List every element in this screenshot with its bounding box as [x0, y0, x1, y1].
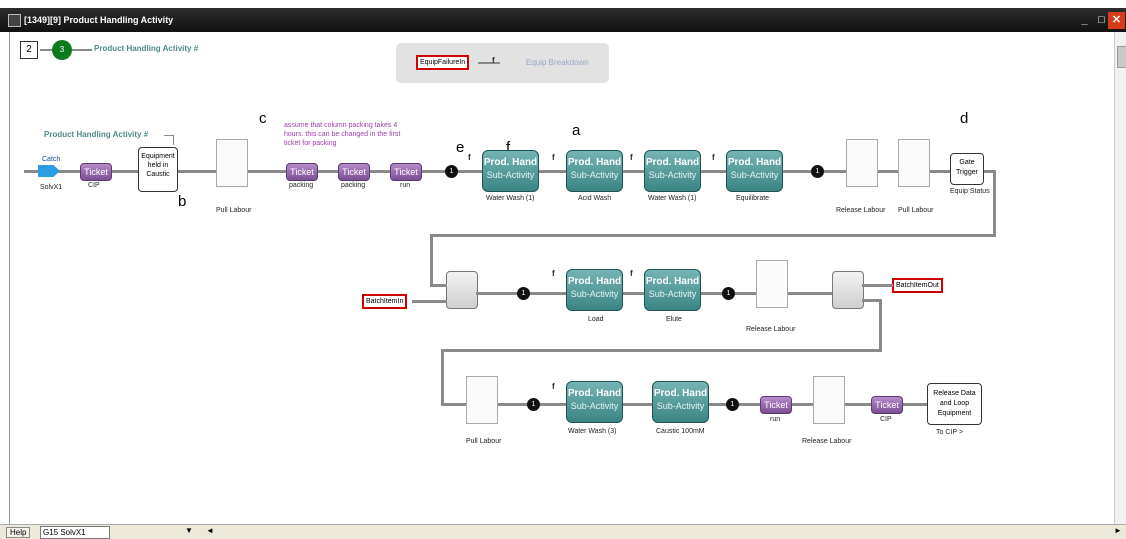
release-labour-label: Release Labour — [836, 207, 886, 214]
run-label-2: run — [770, 416, 781, 423]
subactivity-water-wash-1[interactable]: Prod. Hand Sub-Activity — [482, 150, 539, 192]
pull-labour-worker-icon[interactable] — [216, 139, 248, 187]
release-labour-worker-icon[interactable] — [846, 139, 878, 187]
f-mark-5: f — [552, 269, 555, 278]
help-button[interactable]: Help — [6, 527, 31, 538]
subactivity-equilibrate[interactable]: Prod. Hand Sub-Activity — [726, 150, 783, 192]
release-labour-worker-icon-3[interactable] — [813, 376, 845, 424]
scroll-right-icon[interactable]: ► — [1114, 526, 1122, 535]
caustic-label: Caustic 100mM — [656, 428, 705, 435]
pull-labour-worker-icon-2[interactable] — [898, 139, 930, 187]
annotation-note: assume that column packing takes 4 hours… — [284, 122, 401, 147]
subactivity-water-wash-2[interactable]: Prod. Hand Sub-Activity — [644, 150, 701, 192]
scroll-left-icon[interactable]: ◄ — [206, 526, 214, 535]
acid-wash-label: Acid Wash — [578, 195, 612, 202]
subactivity-water-wash-3[interactable]: Prod. Hand Sub-Activity — [566, 381, 623, 423]
status-bar: Help G15 SolvX1 ▼ ◄ ► — [0, 524, 1126, 539]
run-label: run — [400, 182, 411, 189]
ticket-run[interactable]: Ticket — [390, 163, 422, 181]
batch-split-block[interactable] — [832, 271, 864, 309]
start-node[interactable]: 3 — [52, 40, 72, 60]
minimize-icon[interactable]: _ — [1076, 12, 1093, 29]
letter-e: e — [456, 139, 465, 156]
pull-labour-worker-icon-3[interactable] — [466, 376, 498, 424]
window-titlebar: [1349][9] Product Handling Activity _ □ … — [0, 8, 1126, 32]
water-wash-label-1: Water Wash (1) — [486, 195, 535, 202]
f-mark-2: f — [552, 153, 555, 162]
letter-b: b — [178, 193, 187, 210]
water-wash-label-3: Water Wash (3) — [568, 428, 617, 435]
packing-label-2: packing — [341, 182, 366, 189]
f-mark-7: f — [552, 382, 555, 391]
batch-item-in[interactable]: BatchItemIn — [362, 294, 408, 309]
counter-box[interactable]: 2 — [20, 41, 38, 59]
cip-label-2: CIP — [880, 416, 892, 423]
water-wash-label-2: Water Wash (1) — [648, 195, 697, 202]
load-label: Load — [588, 316, 604, 323]
equip-breakdown-panel: EquipFailureIn f Equip Breakdown — [396, 43, 609, 83]
letter-d: d — [960, 110, 969, 127]
gate-trigger-box[interactable]: Gate Trigger — [950, 153, 984, 185]
pull-labour-label-3: Pull Labour — [466, 438, 502, 445]
vertical-scrollbar[interactable] — [1114, 32, 1126, 524]
solvx1-label: SolvX1 — [40, 184, 63, 191]
token-5[interactable]: 1 — [527, 398, 540, 411]
to-cip-label: To CIP > — [936, 429, 963, 436]
token-3[interactable]: 1 — [517, 287, 530, 300]
f-mark-4: f — [712, 153, 715, 162]
batch-combine-block[interactable] — [446, 271, 478, 309]
release-labour-label-3: Release Labour — [802, 438, 852, 445]
flow-activity-label: Product Handling Activity # — [44, 130, 149, 139]
model-canvas[interactable]: 2 3 Product Handling Activity # EquipFai… — [9, 32, 1115, 524]
pull-labour-label-2: Pull Labour — [898, 207, 934, 214]
token-6[interactable]: 1 — [726, 398, 739, 411]
subactivity-acid-wash[interactable]: Prod. Hand Sub-Activity — [566, 150, 623, 192]
batch-item-out[interactable]: BatchItemOut — [892, 278, 943, 293]
subactivity-load[interactable]: Prod. Hand Sub-Activity — [566, 269, 623, 311]
catch-label: Catch — [42, 156, 61, 163]
pull-labour-label: Pull Labour — [216, 207, 252, 214]
cip-label: CIP — [88, 182, 100, 189]
subactivity-elute[interactable]: Prod. Hand Sub-Activity — [644, 269, 701, 311]
elute-label: Elute — [666, 316, 682, 323]
ticket-packing-1[interactable]: Ticket — [286, 163, 318, 181]
ticket-run-2[interactable]: Ticket — [760, 396, 792, 414]
equip-status-label: Equip Status — [950, 188, 990, 195]
ticket-cip[interactable]: Ticket — [80, 163, 112, 181]
f-mark-6: f — [630, 269, 633, 278]
f-mark-1: f — [468, 153, 471, 162]
release-labour-label-2: Release Labour — [746, 326, 796, 333]
release-labour-worker-icon-2[interactable] — [756, 260, 788, 308]
token-1[interactable]: 1 — [445, 165, 458, 178]
ticket-packing-2[interactable]: Ticket — [338, 163, 370, 181]
activity-label: Product Handling Activity # — [94, 44, 199, 53]
equip-failure-input[interactable]: EquipFailureIn — [416, 55, 470, 70]
combo-dropdown-icon[interactable]: ▼ — [185, 526, 193, 535]
equilibrate-label: Equilibrate — [736, 195, 770, 202]
subactivity-caustic[interactable]: Prod. Hand Sub-Activity — [652, 381, 709, 423]
model-combo[interactable]: G15 SolvX1 — [40, 526, 110, 539]
equip-breakdown-label: Equip Breakdown — [526, 58, 589, 67]
packing-label-1: packing — [289, 182, 314, 189]
close-icon[interactable]: ✕ — [1108, 12, 1125, 29]
scrollbar-thumb[interactable] — [1117, 46, 1126, 68]
letter-a: a — [572, 122, 581, 139]
catch-arrow-icon[interactable] — [38, 165, 60, 177]
window-title: [1349][9] Product Handling Activity — [24, 15, 174, 25]
equipment-held-box[interactable]: Equipment held in Caustic — [138, 147, 178, 192]
app-icon — [8, 14, 21, 27]
ticket-cip-2[interactable]: Ticket — [871, 396, 903, 414]
token-4[interactable]: 1 — [722, 287, 735, 300]
f-mark-3: f — [630, 153, 633, 162]
f-mark: f — [492, 56, 495, 65]
letter-c: c — [259, 110, 267, 127]
token-2[interactable]: 1 — [811, 165, 824, 178]
release-loop-equipment-box[interactable]: Release Data and Loop Equipment — [927, 383, 982, 425]
